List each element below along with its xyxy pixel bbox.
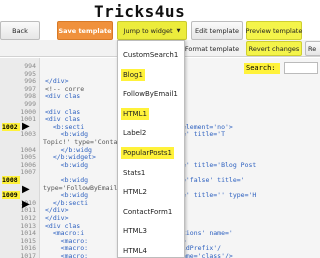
search-label: Search: [244, 63, 280, 74]
preview-template-button[interactable]: Preview template [246, 21, 302, 40]
dropdown-item-html1[interactable]: HTML1 [121, 107, 149, 120]
jump-to-widget-label: Jump to widget [123, 26, 173, 35]
format-template-button[interactable]: Format template [185, 42, 239, 55]
jump-to-widget-button[interactable]: Jump to widget ▼ [117, 21, 187, 40]
search-input[interactable] [284, 62, 318, 74]
arrow-icon: ▶ [22, 199, 30, 210]
dropdown-item-stats1[interactable]: Stats1 [121, 167, 147, 179]
revert-changes-button[interactable]: Revert changes [246, 41, 302, 56]
edit-template-button[interactable]: Edit template [191, 21, 243, 40]
dropdown-item-label2[interactable]: Label2 [121, 127, 148, 139]
caret-down-icon: ▼ [176, 27, 181, 34]
dropdown-item-html4[interactable]: HTML4 [121, 245, 149, 257]
jump-to-widget-dropdown: CustomSearch1 Blog1 FollowByEmail1 HTML1 Lab… [117, 40, 185, 258]
dropdown-item-contactform1[interactable]: ContactForm1 [121, 206, 174, 218]
truncated-button[interactable]: Re [305, 41, 320, 56]
dropdown-item-html3[interactable]: HTML3 [121, 225, 149, 237]
dropdown-item-blog1[interactable]: Blog1 [121, 68, 145, 81]
arrow-icon: ▶ [22, 121, 30, 132]
arrow-icon: ▶ [22, 184, 30, 195]
dropdown-item-html2[interactable]: HTML2 [121, 186, 149, 198]
back-button[interactable]: Back [0, 21, 40, 40]
watermark-logo: Tricks4us [94, 2, 186, 21]
dropdown-item-popularposts1[interactable]: PopularPosts1 [121, 147, 174, 159]
dropdown-item-followbyemail1[interactable]: FollowByEmail1 [121, 88, 180, 100]
save-template-button[interactable]: Save template [57, 21, 113, 40]
line-number: 1017 [20, 252, 36, 258]
dropdown-item-customsearch1[interactable]: CustomSearch1 [121, 49, 180, 61]
